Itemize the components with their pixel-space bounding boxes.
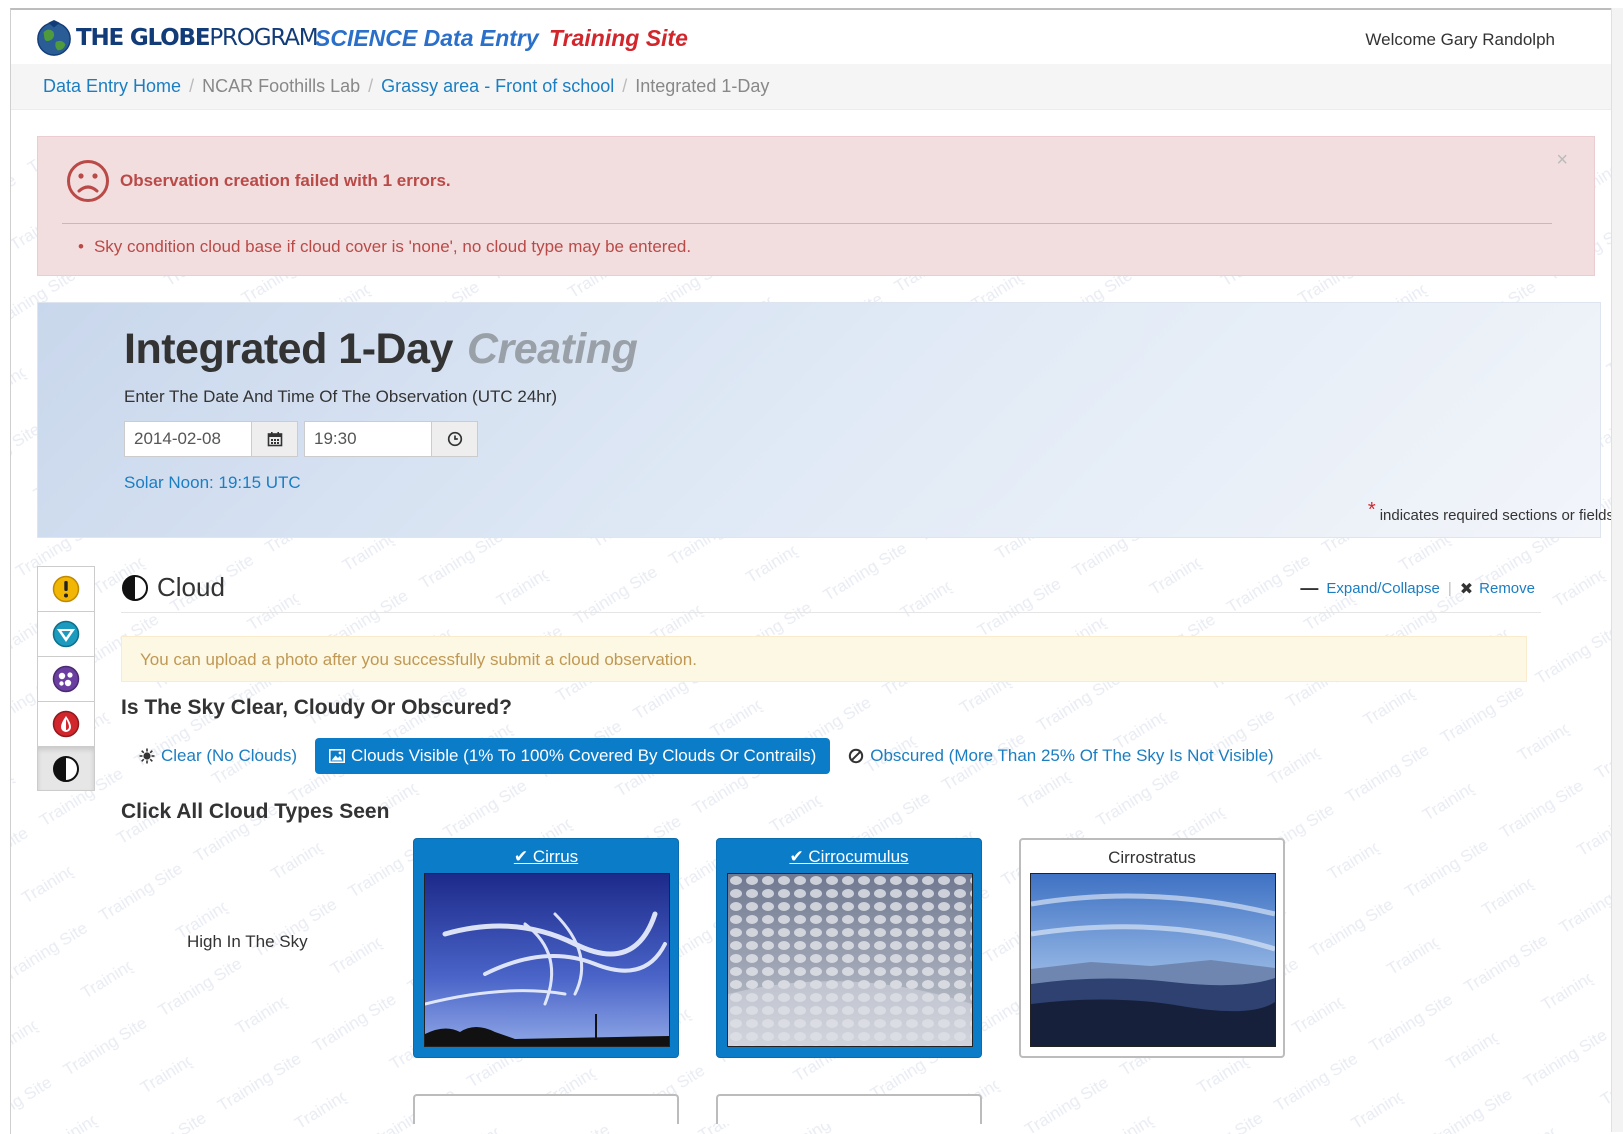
sad-face-icon [67, 160, 109, 202]
page-title: Integrated 1-Day Creating [124, 325, 638, 374]
calendar-icon [267, 432, 282, 447]
alert-title: Observation creation failed with 1 error… [120, 171, 451, 190]
science-data-entry-title: SCIENCE Data Entry [315, 25, 539, 51]
globe-program-logo[interactable]: THE GLOBEPROGRAM [35, 18, 319, 58]
row-label-high: High In The Sky [187, 932, 308, 951]
sky-condition-options: Clear (No Clouds) Clouds Visible (1% To … [131, 738, 1282, 774]
sky-option-clear-label: Clear (No Clouds) [161, 746, 298, 765]
alert-error-item: Sky condition cloud base if cloud cover … [78, 237, 691, 257]
breadcrumb-separator: / [622, 76, 628, 96]
required-note-text: indicates required sections or fields [1379, 507, 1611, 524]
sidenav-item-cloud[interactable] [37, 746, 95, 791]
breadcrumb-current: Integrated 1-Day [635, 76, 770, 96]
sidenav-item-alert[interactable] [37, 566, 95, 611]
half-circle-icon [122, 574, 148, 601]
sidenav-item-molecule[interactable] [37, 656, 95, 701]
breadcrumb-separator: / [368, 76, 374, 96]
required-star: * [1367, 499, 1376, 521]
cirrostratus-photo [1030, 873, 1276, 1047]
breadcrumb-separator: / [189, 76, 195, 96]
clock-button[interactable] [431, 422, 477, 456]
welcome-user[interactable]: Welcome Gary Randolph [1365, 30, 1555, 50]
sun-icon [139, 748, 155, 764]
ban-icon [849, 748, 864, 764]
page-scrollbar[interactable] [1611, 8, 1623, 1132]
alert-divider [62, 223, 1552, 224]
error-alert: Observation creation failed with 1 error… [37, 136, 1595, 276]
drop-icon [52, 710, 80, 738]
clock-icon [447, 431, 462, 447]
cloud-type-cirrocumulus-label: ✔ Cirrocumulus [789, 847, 909, 866]
cirrus-photo [424, 873, 670, 1047]
picture-icon [329, 749, 346, 763]
sky-option-clouds-visible[interactable]: Clouds Visible (1% To 100% Covered By Cl… [315, 738, 831, 774]
half-circle-icon [53, 755, 79, 782]
date-time-label: Enter The Date And Time Of The Observati… [124, 387, 558, 406]
cloud-type-cirrostratus-label: Cirrostratus [1108, 848, 1196, 867]
cloud-section-title-text: Cloud [157, 572, 225, 602]
breadcrumb-ncar-foothills-lab: NCAR Foothills Lab [202, 76, 361, 96]
logo-text: THE GLOBEPROGRAM [76, 25, 319, 51]
compass-icon [52, 620, 80, 648]
cloud-type-cirrus[interactable]: ✔ Cirrus [413, 838, 679, 1058]
browser-viewport: Training Site Training Site THE GLOBEPRO… [10, 8, 1611, 1134]
sky-option-obscured[interactable]: Obscured (More Than 25% Of The Sky Is No… [840, 738, 1281, 774]
cloud-type-card-partial[interactable] [413, 1094, 679, 1124]
sky-option-obscured-label: Obscured (More Than 25% Of The Sky Is No… [870, 746, 1274, 765]
close-icon[interactable]: × [1556, 149, 1568, 172]
observation-panel: Integrated 1-Day Creating Enter The Date … [37, 302, 1611, 538]
exclamation-icon [52, 575, 80, 603]
cloud-type-cirrus-label: ✔ Cirrus [513, 847, 579, 866]
breadcrumb: Data Entry Home / NCAR Foothills Lab / G… [11, 64, 1611, 110]
page-title-text: Integrated 1-Day [124, 325, 453, 373]
expand-collapse-link[interactable]: Expand/Collapse [1326, 580, 1439, 597]
remove-link[interactable]: Remove [1479, 580, 1535, 597]
molecule-icon [52, 665, 80, 693]
breadcrumb-data-entry-home[interactable]: Data Entry Home [43, 76, 181, 97]
alert-error-list: Sky condition cloud base if cloud cover … [78, 237, 691, 257]
minus-icon: — [1300, 578, 1319, 598]
sky-option-clouds-visible-label: Clouds Visible (1% To 100% Covered By Cl… [351, 746, 817, 765]
sky-condition-question: Is The Sky Clear, Cloudy Or Obscured? [121, 696, 512, 719]
cloud-type-cirrostratus[interactable]: Cirrostratus [1019, 838, 1285, 1058]
training-site-title: Training Site [549, 25, 688, 51]
time-input[interactable] [305, 422, 431, 456]
breadcrumb-site[interactable]: Grassy area - Front of school [381, 76, 614, 97]
upload-notice: You can upload a photo after you success… [121, 636, 1527, 682]
required-note: * indicates required sections or fields [1368, 499, 1611, 524]
date-input[interactable] [125, 422, 251, 456]
cirrocumulus-photo [727, 873, 973, 1047]
page-status: Creating [466, 325, 638, 373]
sidenav-item-drop[interactable] [37, 701, 95, 746]
protocol-side-nav [37, 566, 95, 791]
tools-divider: | [1447, 580, 1452, 597]
sky-option-clear[interactable]: Clear (No Clouds) [131, 738, 305, 774]
sidenav-item-compass[interactable] [37, 611, 95, 656]
date-input-group [124, 421, 298, 457]
header-bar: THE GLOBEPROGRAM SCIENCE Data Entry Trai… [11, 10, 1611, 65]
remove-x-icon: ✖ [1459, 580, 1474, 598]
time-input-group [304, 421, 478, 457]
cloud-type-cirrocumulus[interactable]: ✔ Cirrocumulus [716, 838, 982, 1058]
cloud-type-card-partial[interactable] [716, 1094, 982, 1124]
cloud-types-question: Click All Cloud Types Seen [121, 800, 390, 823]
solar-noon: Solar Noon: 19:15 UTC [124, 473, 301, 492]
cloud-section-title: Cloud [121, 572, 225, 603]
calendar-button[interactable] [251, 422, 297, 456]
cloud-section-header: Cloud — Expand/Collapse | ✖ Remove [121, 566, 1541, 613]
globe-logo-icon [37, 19, 71, 56]
section-tools: — Expand/Collapse | ✖ Remove [1300, 578, 1535, 599]
